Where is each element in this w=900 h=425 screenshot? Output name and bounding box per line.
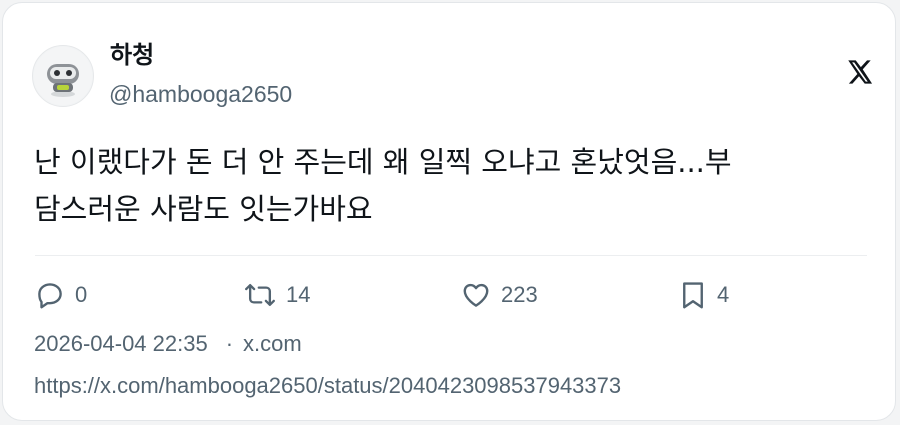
retweet-icon [245, 283, 275, 307]
user-handle[interactable]: @hambooga2650 [109, 80, 292, 108]
like-count: 223 [501, 282, 538, 307]
source-link[interactable]: x.com [243, 331, 302, 356]
divider [35, 255, 867, 256]
bookmark-icon [683, 282, 703, 309]
tweet-meta: 2026-04-04 22:35 · x.com [34, 330, 302, 358]
bookmark-count: 4 [717, 282, 730, 307]
like-button[interactable]: 223 [461, 280, 538, 310]
avatar[interactable] [32, 45, 94, 107]
timestamp[interactable]: 2026-04-04 22:35 [34, 331, 208, 356]
robot-avatar-icon [34, 47, 92, 105]
tweet-text: 난 이랬다가 돈 더 안 주는데 왜 일찍 오냐고 혼났엇음...부 담스러운 … [34, 139, 884, 233]
reply-count: 0 [75, 282, 88, 307]
display-name[interactable]: 하청 [110, 41, 154, 69]
tweet-text-line: 난 이랬다가 돈 더 안 주는데 왜 일찍 오냐고 혼났엇음...부 [34, 145, 732, 179]
tweet-url[interactable]: https://x.com/hambooga2650/status/204042… [34, 372, 621, 400]
bookmark-button[interactable]: 4 [679, 280, 729, 310]
reply-icon [38, 283, 62, 309]
tweet-card: 하청 @hambooga2650 난 이랬다가 돈 더 안 주는데 왜 일찍 오… [2, 2, 896, 421]
tweet-text-line: 담스러운 사람도 잇는가바요 [34, 192, 373, 226]
reply-button[interactable]: 0 [35, 280, 87, 310]
retweet-count: 14 [286, 282, 311, 307]
retweet-button[interactable]: 14 [244, 280, 310, 310]
x-logo-icon[interactable] [845, 58, 873, 86]
heart-icon [463, 283, 489, 307]
meta-separator: · [225, 331, 234, 356]
